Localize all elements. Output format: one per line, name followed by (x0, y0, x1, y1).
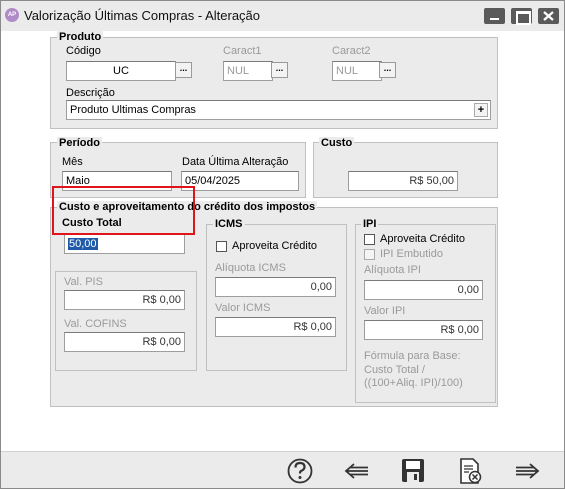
minimize-button[interactable] (484, 8, 505, 24)
ipi-formula-line1: Fórmula para Base: (364, 350, 461, 362)
descricao-field[interactable]: Produto Ultimas Compras (66, 100, 491, 120)
window-title: Valorização Últimas Compras - Alteração (24, 8, 261, 23)
ipi-aproveita-checkbox[interactable] (364, 234, 375, 245)
help-icon (287, 458, 313, 484)
data-alteracao-label: Data Última Alteração (182, 156, 289, 168)
aliquota-icms-field[interactable]: 0,00 (215, 277, 336, 297)
title-bar[interactable]: AP Valorização Últimas Compras - Alteraç… (1, 1, 564, 31)
maximize-button[interactable] (511, 8, 532, 25)
cancel-button[interactable] (455, 457, 485, 485)
caract2-lookup-button[interactable]: ... (379, 62, 396, 78)
ipi-embutido-checkbox[interactable] (364, 249, 375, 260)
periodo-title: Período (57, 137, 102, 149)
valor-ipi-label: Valor IPI (364, 305, 406, 317)
descricao-label: Descrição (66, 87, 115, 99)
ipi-aproveita-label: Aproveita Crédito (380, 233, 465, 245)
custo-total-value: 50,00 (68, 238, 98, 250)
val-pis-field[interactable]: R$ 0,00 (64, 290, 185, 310)
ipi-formula-line3: ((100+Aliq. IPI)/100) (364, 377, 463, 389)
caract1-field[interactable]: NUL (223, 61, 273, 81)
mes-label: Mês (62, 156, 83, 168)
caract1-lookup-button[interactable]: ... (271, 62, 288, 78)
descricao-expand-button[interactable]: + (474, 103, 488, 117)
val-pis-label: Val. PIS (64, 276, 103, 288)
val-cofins-label: Val. COFINS (64, 318, 127, 330)
custo-total-field[interactable]: 50,00 (64, 234, 185, 254)
aliquota-ipi-field[interactable]: 0,00 (364, 280, 483, 300)
close-icon (543, 11, 554, 21)
help-button[interactable] (285, 457, 315, 485)
valor-ipi-field[interactable]: R$ 0,00 (364, 320, 483, 340)
caract2-field[interactable]: NUL (332, 61, 382, 81)
icms-aproveita-label: Aproveita Crédito (232, 240, 317, 252)
custo-total-highlight (52, 186, 195, 235)
caract1-label: Caract1 (223, 45, 262, 57)
custo-title: Custo (319, 137, 355, 149)
custo-field[interactable]: R$ 50,00 (348, 171, 458, 191)
ipi-embutido-label: IPI Embutido (380, 248, 443, 260)
back-button[interactable] (342, 457, 372, 485)
icms-title: ICMS (213, 218, 245, 230)
ipi-formula-line2: Custo Total / (364, 364, 425, 376)
valor-icms-label: Valor ICMS (215, 302, 271, 314)
aliquota-icms-label: Alíquota ICMS (215, 262, 286, 274)
cancel-document-icon (460, 458, 482, 484)
bottom-toolbar (1, 451, 564, 488)
forward-button[interactable] (512, 457, 542, 485)
produto-title: Produto (57, 31, 104, 43)
app-icon: AP (5, 8, 19, 22)
valor-icms-field[interactable]: R$ 0,00 (215, 317, 336, 337)
back-arrow-icon (344, 463, 368, 479)
icms-aproveita-checkbox[interactable] (216, 241, 227, 252)
val-cofins-field[interactable]: R$ 0,00 (64, 332, 185, 352)
aliquota-ipi-label: Alíquota IPI (364, 264, 421, 276)
save-button[interactable] (398, 457, 428, 485)
form-content: Produto Código UC ... Caract1 NUL ... Ca… (1, 31, 564, 451)
close-button[interactable] (538, 8, 559, 24)
save-icon (402, 459, 424, 482)
ipi-title: IPI (361, 218, 379, 230)
codigo-field[interactable]: UC (66, 61, 176, 81)
dialog-window: AP Valorização Últimas Compras - Alteraç… (0, 0, 565, 489)
caract2-label: Caract2 (332, 45, 371, 57)
codigo-label: Código (66, 45, 101, 57)
data-alteracao-field[interactable]: 05/04/2025 (181, 171, 299, 191)
forward-arrow-icon (516, 463, 540, 479)
codigo-lookup-button[interactable]: ... (175, 62, 192, 78)
